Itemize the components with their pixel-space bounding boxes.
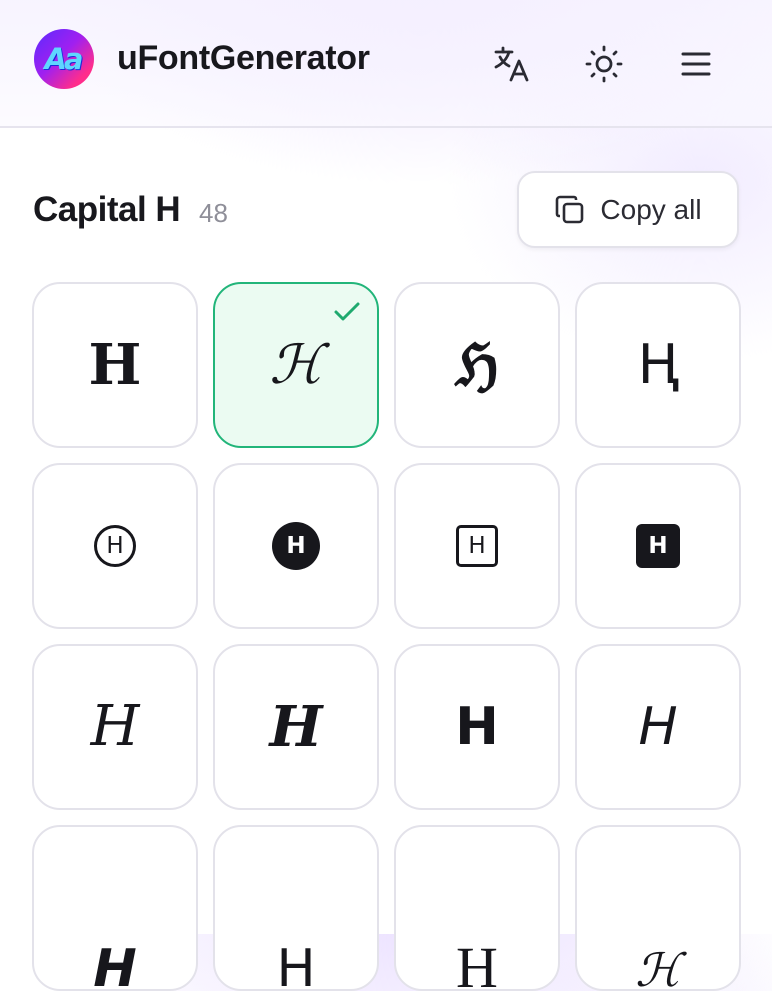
glyph-tile[interactable]: 𝘏 xyxy=(575,644,741,810)
glyph-text: H xyxy=(94,525,136,567)
glyph-grid: 𝐇 ℋ ℌ Ⱨ H H H H 𝐻 𝑯 𝗛 𝘏 𝙃 𝖧 H ℋ xyxy=(32,282,741,991)
glyph-tile[interactable]: 𝑯 xyxy=(213,644,379,810)
language-button[interactable] xyxy=(490,42,534,86)
check-icon xyxy=(334,302,360,321)
glyph-text: H xyxy=(456,525,498,567)
glyph-text: Ⱨ xyxy=(637,333,679,396)
glyph-tile[interactable]: H xyxy=(394,825,560,991)
glyph-tile[interactable]: ℋ xyxy=(575,825,741,991)
translate-icon xyxy=(494,46,529,82)
glyph-text: 𝐇 xyxy=(88,332,142,398)
glyph-tile[interactable]: H xyxy=(213,463,379,629)
menu-button[interactable] xyxy=(674,42,718,86)
glyph-tile[interactable]: H xyxy=(575,463,741,629)
glyph-tile[interactable]: ℌ xyxy=(394,282,560,448)
glyph-text: H xyxy=(272,522,320,570)
glyph-text: ℌ xyxy=(455,331,499,399)
glyph-tile[interactable]: 𝗛 xyxy=(394,644,560,810)
sun-icon xyxy=(585,45,623,83)
glyph-tile[interactable]: 𝐇 xyxy=(32,282,198,448)
app-title[interactable]: uFontGenerator xyxy=(117,36,370,80)
glyph-text: 𝙃 xyxy=(93,939,137,991)
glyph-text: ℋ xyxy=(635,943,681,991)
glyph-text: 𝑯 xyxy=(269,694,323,760)
glyph-text: 𝖧 xyxy=(276,939,316,991)
glyph-tile[interactable]: 𝖧 xyxy=(213,825,379,991)
glyph-tile[interactable]: Ⱨ xyxy=(575,282,741,448)
glyph-tile[interactable]: H xyxy=(32,463,198,629)
glyph-tile[interactable]: 𝙃 xyxy=(32,825,198,991)
glyph-text: H xyxy=(456,935,498,991)
glyph-text: H xyxy=(636,524,680,568)
app-logo[interactable]: Aa xyxy=(34,29,94,89)
menu-icon xyxy=(681,52,711,76)
glyph-tile-selected[interactable]: ℋ xyxy=(213,282,379,448)
glyph-text: ℋ xyxy=(269,333,323,396)
copy-all-label: Copy all xyxy=(600,193,702,225)
variant-count: 48 xyxy=(199,198,228,228)
glyph-text: 𝐻 xyxy=(90,694,140,759)
glyph-tile[interactable]: 𝐻 xyxy=(32,644,198,810)
theme-toggle-button[interactable] xyxy=(582,42,626,86)
copy-icon xyxy=(556,195,584,223)
logo-text: Aa xyxy=(44,42,83,76)
copy-all-button[interactable]: Copy all xyxy=(517,171,739,248)
glyph-text: 𝘏 xyxy=(638,697,678,757)
glyph-text: 𝗛 xyxy=(455,697,499,757)
app-header: Aa uFontGenerator xyxy=(0,0,772,128)
glyph-tile[interactable]: H xyxy=(394,463,560,629)
section-title: Capital H xyxy=(33,190,181,229)
